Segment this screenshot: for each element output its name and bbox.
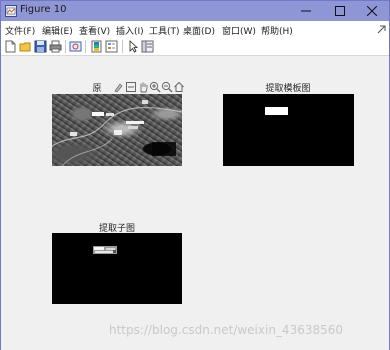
matlab-icon (5, 5, 17, 17)
figure-window: Figure 10 文件(F) 编辑(E) 查看(V) 插入(I) 工具(T) … (0, 0, 390, 350)
subimage-axes[interactable] (52, 233, 182, 304)
menu-view[interactable]: 查看(V) (79, 24, 110, 37)
template-image-axes[interactable] (223, 94, 354, 166)
window-title: Figure 10 (20, 4, 67, 15)
toolbar-separator (85, 40, 86, 53)
zoom-out-icon[interactable] (161, 81, 173, 93)
watermark-text: https://blog.csdn.net/weixin_43638560 (109, 323, 344, 337)
save-icon[interactable] (34, 40, 47, 53)
new-figure-icon[interactable] (4, 40, 17, 53)
maximize-icon (335, 6, 345, 16)
grayscale-aerial-image (52, 100, 182, 166)
menu-tools[interactable]: 工具(T) (149, 24, 180, 37)
minimize-icon (301, 10, 311, 12)
menu-window[interactable]: 窗口(W) (222, 24, 256, 37)
legend-icon[interactable] (105, 40, 118, 53)
colorbar-icon[interactable] (90, 40, 103, 53)
pointer-icon[interactable] (127, 40, 140, 53)
print-icon[interactable] (49, 40, 62, 53)
menu-help[interactable]: 帮助(H) (261, 24, 293, 37)
close-icon (367, 6, 377, 16)
home-icon[interactable] (173, 81, 185, 93)
brush-icon[interactable] (113, 81, 125, 93)
property-inspector-icon[interactable] (141, 40, 154, 53)
toolbar-separator (65, 40, 66, 53)
minimize-button[interactable] (289, 1, 323, 21)
title-bar: Figure 10 (1, 1, 389, 21)
menu-desktop[interactable]: 桌面(D) (183, 24, 215, 37)
pan-icon[interactable] (137, 81, 149, 93)
toolbar-separator (122, 40, 123, 53)
close-button[interactable] (355, 1, 389, 21)
original-image-axes[interactable] (52, 94, 182, 166)
template-image-title: 提取模板图 (265, 84, 311, 94)
menu-edit[interactable]: 编辑(E) (42, 24, 73, 37)
axes-toolbar (113, 81, 185, 93)
template-patch (265, 107, 288, 115)
link-plot-icon[interactable] (69, 40, 82, 53)
extracted-subimage-patch (93, 246, 117, 254)
dock-arrow-icon[interactable] (377, 25, 386, 34)
open-file-icon[interactable] (19, 40, 32, 53)
datatip-icon[interactable] (125, 81, 137, 93)
original-image-title: 原 (92, 84, 102, 94)
menu-bar: 文件(F) 编辑(E) 查看(V) 插入(I) 工具(T) 桌面(D) 窗口(W… (1, 21, 389, 38)
menu-file[interactable]: 文件(F) (5, 24, 35, 37)
maximize-button[interactable] (323, 1, 357, 21)
zoom-in-icon[interactable] (149, 81, 161, 93)
figure-toolbar (1, 38, 389, 56)
menu-insert[interactable]: 插入(I) (116, 24, 144, 37)
